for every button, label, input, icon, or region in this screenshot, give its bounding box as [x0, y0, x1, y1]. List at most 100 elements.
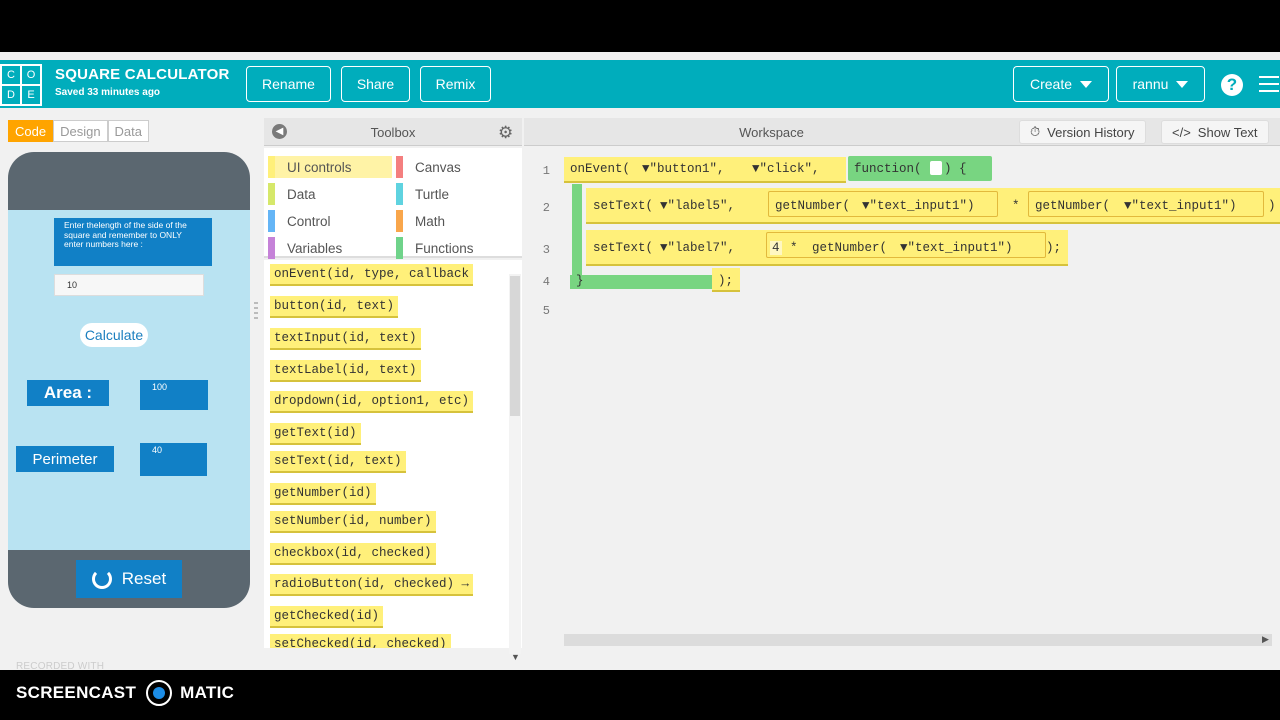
mode-tabs: Code Design Data — [8, 120, 150, 142]
category-turtle[interactable]: Turtle — [396, 183, 520, 205]
rename-button[interactable]: Rename — [246, 66, 331, 102]
settext-close: ); — [1046, 241, 1062, 255]
code-icon: </> — [1172, 124, 1191, 140]
tab-design[interactable]: Design — [53, 120, 108, 142]
project-title: SQUARE CALCULATOR — [55, 66, 230, 83]
category-label: Functions — [415, 240, 474, 256]
event-id-param[interactable]: ▼"button1", — [642, 162, 725, 176]
workspace-horizontal-scrollbar[interactable] — [564, 634, 1272, 646]
category-color — [396, 210, 403, 232]
block-radiobutton[interactable]: radioButton(id, checked) → — [270, 574, 474, 596]
category-label: Data — [287, 186, 316, 202]
toolbox-palette: onEvent(id, type, callback button(id, te… — [264, 260, 522, 648]
hamburger-menu-icon[interactable] — [1259, 76, 1279, 94]
calculate-button[interactable]: Calculate — [80, 323, 148, 347]
block-button[interactable]: button(id, text) — [270, 296, 399, 318]
reset-button[interactable]: Reset — [76, 560, 182, 598]
getnumber-fn: getNumber( — [812, 241, 888, 255]
category-color — [268, 156, 275, 178]
block-getnumber[interactable]: getNumber(id) — [270, 483, 376, 505]
panel-resize-handle[interactable] — [254, 302, 258, 322]
number-literal[interactable]: 4 — [770, 241, 782, 255]
block-textinput[interactable]: textInput(id, text) — [270, 328, 421, 350]
workspace-title: Workspace — [739, 125, 804, 140]
block-setnumber[interactable]: setNumber(id, number) — [270, 511, 436, 533]
tab-code[interactable]: Code — [8, 120, 54, 142]
side-length-input[interactable]: 10 — [54, 274, 204, 296]
category-label: Math — [415, 213, 446, 229]
category-data[interactable]: Data — [268, 183, 392, 205]
clock-icon: ⏱ — [1030, 124, 1041, 139]
getnumber-fn: getNumber( — [775, 199, 851, 213]
toolbox-header: ◀ Toolbox ⚙ — [264, 118, 522, 146]
save-status: Saved 33 minutes ago — [55, 87, 161, 98]
line-number-gutter: 1 2 3 4 5 — [524, 148, 560, 648]
getnumber-id-param[interactable]: ▼"text_input1") — [1124, 199, 1237, 213]
function-param-slot[interactable] — [930, 161, 942, 175]
category-color — [396, 156, 403, 178]
settext-id-param[interactable]: ▼"label5", — [660, 199, 735, 213]
onevent-fn: onEvent( — [570, 162, 631, 176]
create-menu-button[interactable]: Create — [1013, 66, 1109, 102]
function-keyword: function( — [854, 162, 922, 176]
code-workspace[interactable]: 1 2 3 4 5 onEvent( ▼"button1", ▼"click",… — [524, 148, 1280, 648]
app-preview-screen: Enter thelength of the side of the squar… — [8, 210, 250, 550]
block-settext[interactable]: setText(id, text) — [270, 451, 406, 473]
line-number: 2 — [542, 201, 550, 215]
category-variables[interactable]: Variables — [268, 237, 392, 259]
block-setchecked[interactable]: setChecked(id, checked) — [270, 634, 451, 648]
block-onevent[interactable]: onEvent(id, type, callback — [270, 264, 474, 286]
category-color — [268, 183, 275, 205]
category-functions[interactable]: Functions — [396, 237, 520, 259]
remix-button[interactable]: Remix — [420, 66, 491, 102]
multiply-operator: * — [1012, 199, 1020, 213]
area-label: Area : — [27, 380, 109, 406]
block-checkbox[interactable]: checkbox(id, checked) — [270, 543, 436, 565]
block-getchecked[interactable]: getChecked(id) — [270, 606, 384, 628]
category-canvas[interactable]: Canvas — [396, 156, 520, 178]
block-dropdown[interactable]: dropdown(id, option1, etc) — [270, 391, 474, 413]
share-button[interactable]: Share — [341, 66, 410, 102]
settext-close: ) — [1268, 199, 1276, 213]
screencast-watermark: SCREENCAST MATIC — [16, 680, 234, 706]
tab-data[interactable]: Data — [107, 120, 150, 142]
settext-id-param[interactable]: ▼"label7", — [660, 241, 735, 255]
category-color — [268, 210, 275, 232]
category-color — [396, 237, 403, 259]
multiply-operator: * — [790, 241, 798, 255]
function-brace: ) { — [944, 162, 967, 176]
line-number: 4 — [542, 275, 550, 289]
user-menu-button[interactable]: rannu — [1116, 66, 1205, 102]
palette-scroll-thumb[interactable] — [510, 276, 520, 416]
getnumber-id-param[interactable]: ▼"text_input1") — [900, 241, 1013, 255]
scroll-right-icon[interactable]: ▶ — [1262, 634, 1269, 645]
scroll-down-icon[interactable]: ▼ — [511, 652, 520, 662]
line-number: 1 — [542, 164, 550, 178]
code-org-logo[interactable]: C O D E — [0, 64, 42, 106]
category-control[interactable]: Control — [268, 210, 392, 232]
onevent-close-text: ); — [718, 274, 734, 288]
show-text-label: Show Text — [1197, 124, 1258, 140]
block-textlabel[interactable]: textLabel(id, text) — [270, 360, 421, 382]
version-history-button[interactable]: ⏱ Version History — [1019, 120, 1146, 144]
block-gettext[interactable]: getText(id) — [270, 423, 361, 445]
perimeter-value: 40 — [140, 443, 207, 476]
getnumber-id-param[interactable]: ▼"text_input1") — [862, 199, 975, 213]
getnumber-fn: getNumber( — [1035, 199, 1111, 213]
gear-icon[interactable]: ⚙ — [498, 123, 513, 143]
category-ui-controls[interactable]: UI controls — [268, 156, 392, 178]
toolbox-categories: UI controls Canvas Data Turtle Control M… — [264, 148, 522, 259]
function-close-brace: } — [576, 274, 584, 288]
user-name: rannu — [1132, 76, 1169, 92]
event-type-param[interactable]: ▼"click", — [752, 162, 820, 176]
version-history-label: Version History — [1047, 124, 1135, 140]
help-icon[interactable]: ? — [1221, 74, 1243, 96]
line-number: 5 — [542, 304, 550, 318]
palette-scrollbar[interactable]: ▼ — [509, 274, 521, 662]
logo-letter: C — [2, 66, 20, 84]
category-math[interactable]: Math — [396, 210, 520, 232]
watermark-right: MATIC — [180, 683, 235, 702]
app-preview-phone: Enter thelength of the side of the squar… — [8, 152, 250, 608]
reset-label: Reset — [121, 569, 167, 588]
show-text-button[interactable]: </> Show Text — [1161, 120, 1269, 144]
